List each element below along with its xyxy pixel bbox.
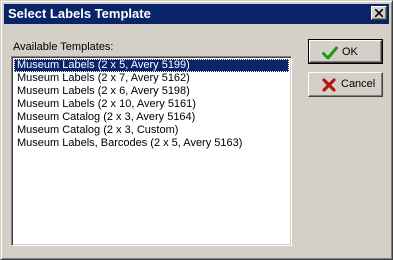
cancel-label: Cancel xyxy=(341,78,376,90)
title-bar[interactable]: Select Labels Template xyxy=(4,4,389,24)
red-x-icon xyxy=(322,78,336,92)
templates-listbox[interactable]: Museum Labels (2 x 5, Avery 5199) Museum … xyxy=(11,56,292,246)
template-item[interactable]: Museum Labels, Barcodes (2 x 5, Avery 51… xyxy=(14,137,289,150)
template-item[interactable]: Museum Catalog (2 x 3, Custom) xyxy=(14,124,289,137)
ok-button[interactable]: OK xyxy=(308,39,383,64)
template-item[interactable]: Museum Catalog (2 x 3, Avery 5164) xyxy=(14,111,289,124)
templates-list: Museum Labels (2 x 5, Avery 5199) Museum … xyxy=(14,59,289,150)
template-item[interactable]: Museum Labels (2 x 10, Avery 5161) xyxy=(14,98,289,111)
close-icon xyxy=(375,9,383,17)
template-item[interactable]: Museum Labels (2 x 7, Avery 5162) xyxy=(14,72,289,85)
cancel-button[interactable]: Cancel xyxy=(308,72,383,97)
ok-label: OK xyxy=(342,46,358,58)
close-button[interactable] xyxy=(371,6,387,20)
available-templates-label: Available Templates: xyxy=(13,41,114,53)
checkmark-icon xyxy=(322,46,338,60)
template-item[interactable]: Museum Labels (2 x 6, Avery 5198) xyxy=(14,85,289,98)
template-item[interactable]: Museum Labels (2 x 5, Avery 5199) xyxy=(14,59,289,72)
window-title: Select Labels Template xyxy=(8,6,151,21)
dialog-window: Select Labels Template Available Templat… xyxy=(0,0,393,260)
